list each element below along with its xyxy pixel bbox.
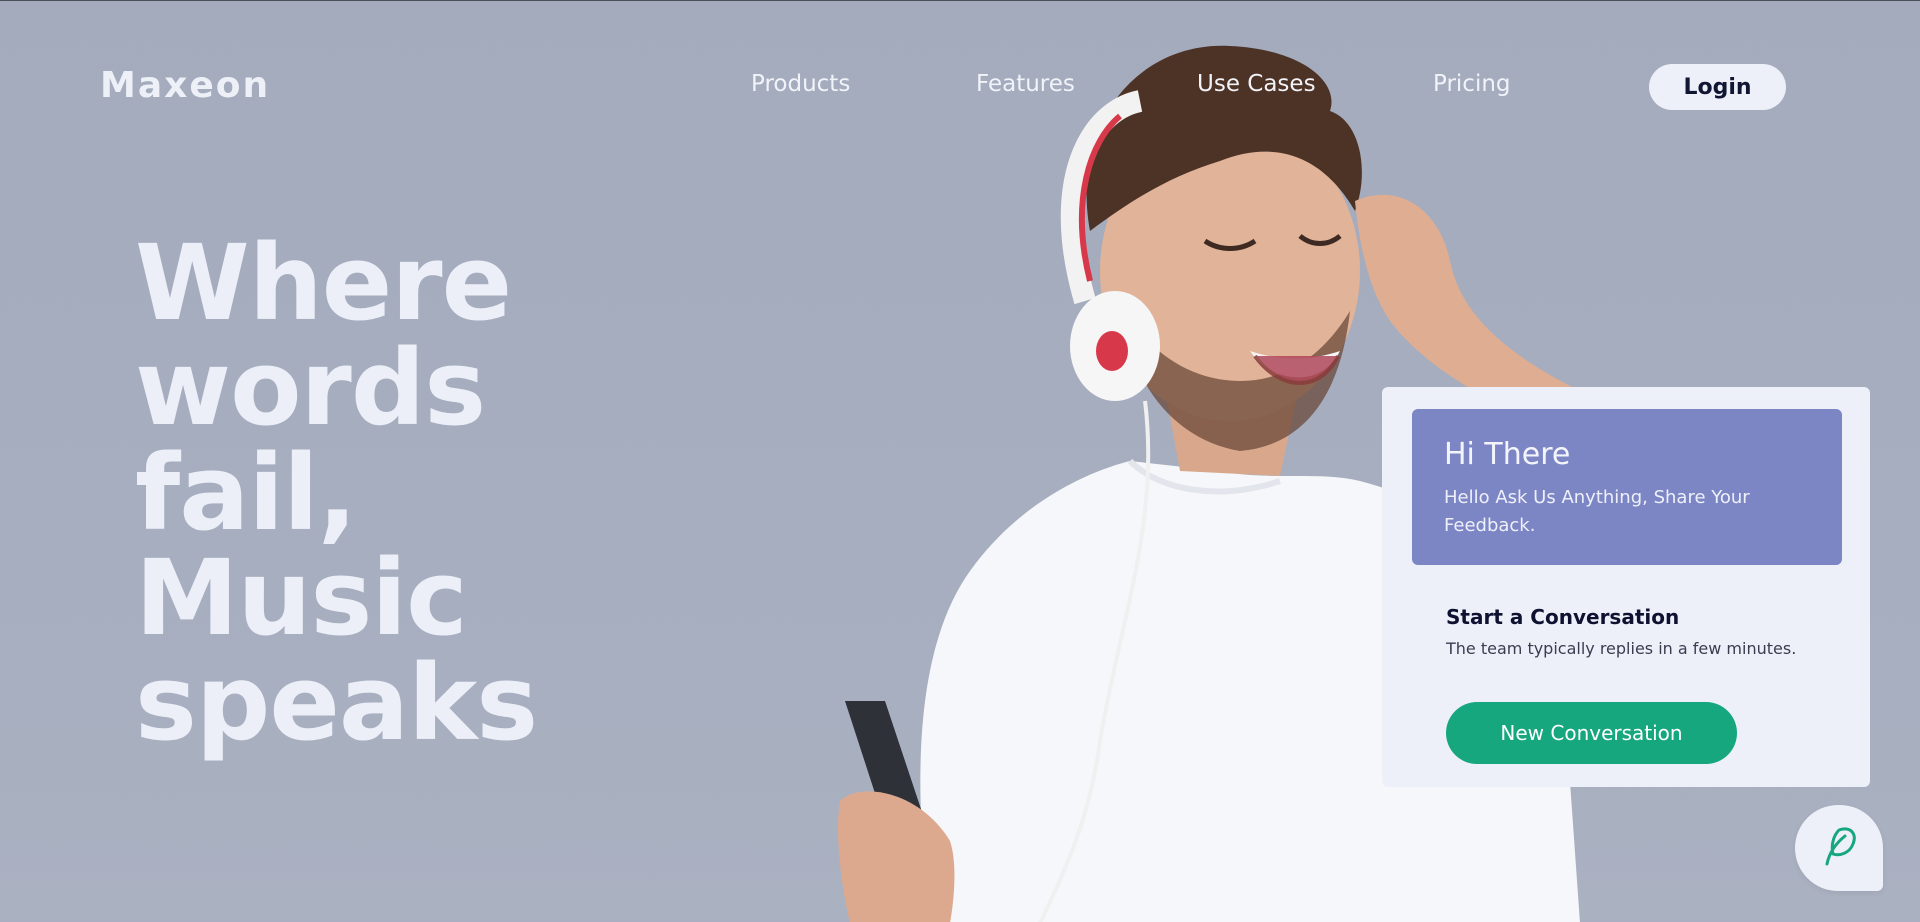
nav-item-features[interactable]: Features [976, 71, 1075, 97]
chat-launcher-button[interactable] [1795, 805, 1883, 891]
headline-line: words [135, 327, 486, 449]
chat-panel: Hi There Hello Ask Us Anything, Share Yo… [1382, 387, 1870, 787]
main-nav: Products Features Use Cases Pricing [0, 71, 1920, 111]
nav-item-use-cases[interactable]: Use Cases [1197, 71, 1316, 97]
chat-subtitle: Hello Ask Us Anything, Share Your Feedba… [1444, 487, 1750, 536]
new-conversation-button[interactable]: New Conversation [1446, 702, 1737, 764]
chat-header: Hi There Hello Ask Us Anything, Share Yo… [1412, 409, 1842, 565]
headline-line: speaks [135, 642, 538, 764]
chat-leaf-icon [1819, 824, 1859, 872]
headline-line: Where [135, 222, 512, 344]
nav-item-products[interactable]: Products [751, 71, 850, 97]
chat-start-title: Start a Conversation [1446, 605, 1680, 629]
hero-headline: Where words fail, Music speaks [135, 231, 655, 756]
login-button[interactable]: Login [1649, 64, 1786, 110]
headline-line: Music [135, 537, 468, 659]
chat-start-text: The team typically replies in a few minu… [1446, 639, 1797, 658]
headline-line: fail, [135, 432, 357, 554]
nav-item-pricing[interactable]: Pricing [1433, 71, 1511, 97]
chat-greeting: Hi There [1444, 437, 1571, 472]
